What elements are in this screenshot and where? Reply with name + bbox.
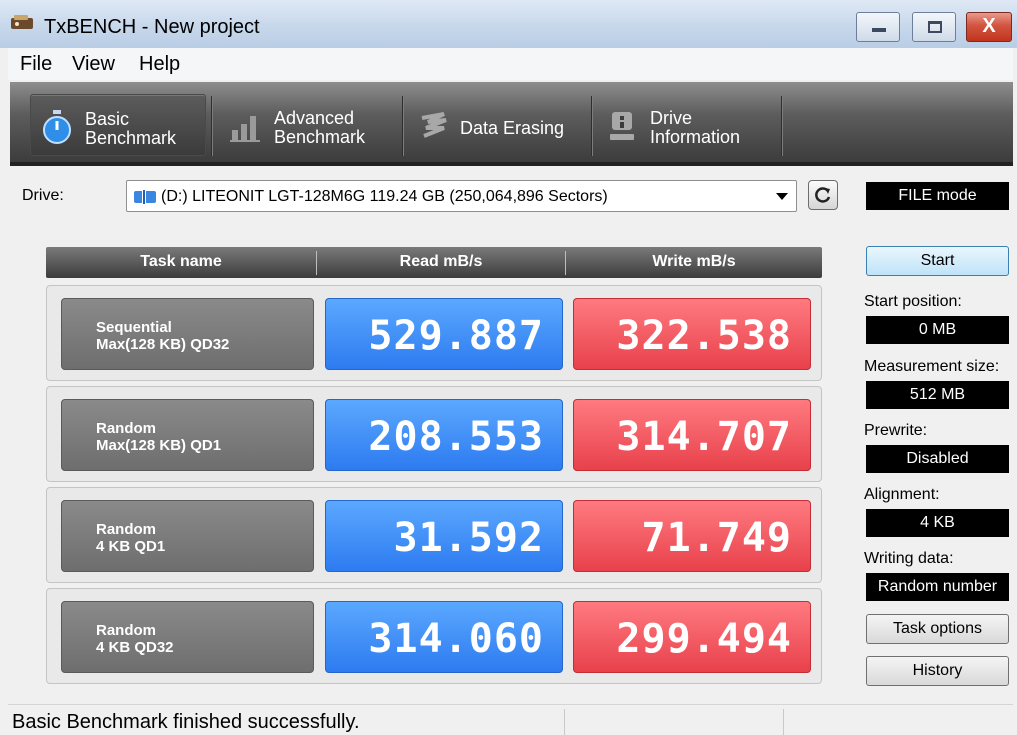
read-value: 314.060 (368, 616, 544, 662)
write-result: 71.749 (573, 500, 811, 572)
task-name-line1: Random (96, 521, 156, 538)
maximize-button[interactable] (912, 12, 956, 42)
header-write: Write mB/s (652, 253, 736, 270)
tab-drive-line2: Information (650, 127, 741, 147)
status-message: Basic Benchmark finished successfully. (12, 711, 360, 733)
task-name-line2: 4 KB QD1 (96, 538, 166, 555)
start-button[interactable]: Start (866, 246, 1009, 276)
measurement-size-field[interactable]: 512 MB (866, 381, 1009, 409)
writing-data-field[interactable]: Random number (866, 573, 1009, 601)
write-result: 299.494 (573, 601, 811, 673)
prewrite-field[interactable]: Disabled (866, 445, 1009, 473)
benchmark-row: Random 4 KB QD1 31.592 71.749 (46, 487, 822, 583)
write-value: 322.538 (616, 313, 792, 359)
refresh-icon (815, 187, 831, 203)
window-title: TxBENCH - New project (44, 16, 260, 38)
tab-advanced-line2: Benchmark (274, 127, 366, 147)
tab-basic-line1: Basic (85, 109, 130, 129)
read-result: 31.592 (325, 500, 563, 572)
title-bar[interactable]: TxBENCH - New project X (0, 0, 1017, 48)
tab-advanced-line1: Advanced (274, 108, 355, 128)
start-position-field[interactable]: 0 MB (866, 316, 1009, 344)
drive-info-icon (610, 112, 634, 140)
task-name-line1: Random (96, 622, 156, 639)
task-name-line1: Sequential (96, 319, 172, 336)
header-task-name: Task name (140, 253, 222, 270)
menu-file[interactable]: File (20, 53, 52, 76)
task-name-line2: Max(128 KB) QD32 (96, 336, 230, 353)
read-result: 314.060 (325, 601, 563, 673)
write-result: 322.538 (573, 298, 811, 370)
menu-help[interactable]: Help (139, 53, 180, 76)
table-header: Task name Read mB/s Write mB/s (46, 247, 822, 278)
drive-dropdown[interactable]: (D:) LITEONIT LGT-128M6G 119.24 GB (250,… (126, 180, 797, 212)
task-options-button[interactable]: Task options (866, 614, 1009, 644)
write-value: 299.494 (616, 616, 792, 662)
measurement-size-label: Measurement size: (864, 358, 1000, 375)
close-icon: X (982, 15, 996, 37)
tab-separator (781, 96, 783, 156)
tab-erasing-line1: Data Erasing (460, 118, 565, 138)
tab-drive-line1: Drive (650, 108, 693, 128)
header-read: Read mB/s (399, 253, 483, 270)
status-bar: Basic Benchmark finished successfully. (8, 704, 1013, 735)
history-button[interactable]: History (866, 656, 1009, 686)
main-toolbar: Basic Benchmark Advanced Benchmark Data … (10, 82, 1013, 166)
drive-icon (134, 189, 156, 205)
tab-drive-information[interactable]: Drive Information (600, 94, 780, 156)
prewrite-label: Prewrite: (864, 422, 928, 439)
tab-separator (402, 96, 404, 156)
benchmark-row: Random 4 KB QD32 314.060 299.494 (46, 588, 822, 684)
app-logo-icon (11, 15, 33, 29)
benchmark-row: Sequential Max(128 KB) QD32 529.887 322.… (46, 285, 822, 381)
task-button[interactable]: Random Max(128 KB) QD1 (61, 399, 314, 471)
write-value: 71.749 (641, 515, 792, 561)
status-separator (564, 709, 565, 735)
tab-advanced-benchmark[interactable]: Advanced Benchmark (220, 94, 400, 156)
minimize-icon (872, 28, 886, 32)
tab-separator (211, 96, 213, 156)
task-button[interactable]: Random 4 KB QD1 (61, 500, 314, 572)
drive-label: Drive: (22, 187, 64, 204)
bar-chart-icon (230, 116, 260, 142)
write-result: 314.707 (573, 399, 811, 471)
refresh-drive-button[interactable] (808, 180, 838, 210)
read-value: 529.887 (368, 313, 544, 359)
eraser-icon (421, 112, 447, 138)
close-button[interactable]: X (966, 12, 1012, 42)
drive-selected-value: (D:) LITEONIT LGT-128M6G 119.24 GB (250,… (161, 188, 608, 205)
minimize-button[interactable] (856, 12, 900, 42)
menu-bar: File View Help (8, 48, 1013, 80)
task-name-line2: 4 KB QD32 (96, 639, 174, 656)
writing-data-label: Writing data: (864, 550, 954, 567)
task-name-line2: Max(128 KB) QD1 (96, 437, 222, 454)
menu-view[interactable]: View (72, 53, 115, 76)
tab-separator (591, 96, 593, 156)
mode-indicator: FILE mode (866, 182, 1009, 210)
alignment-label: Alignment: (864, 486, 940, 503)
task-name-line1: Random (96, 420, 156, 437)
benchmark-row: Random Max(128 KB) QD1 208.553 314.707 (46, 386, 822, 482)
task-button[interactable]: Sequential Max(128 KB) QD32 (61, 298, 314, 370)
alignment-field[interactable]: 4 KB (866, 509, 1009, 537)
maximize-icon (928, 21, 942, 33)
app-window: TxBENCH - New project X File View Help B… (0, 0, 1017, 735)
stopwatch-icon (43, 110, 71, 144)
read-value: 208.553 (368, 414, 544, 460)
task-button[interactable]: Random 4 KB QD32 (61, 601, 314, 673)
dropdown-arrow-icon (776, 193, 788, 200)
read-result: 529.887 (325, 298, 563, 370)
start-position-label: Start position: (864, 293, 962, 310)
tab-data-erasing[interactable]: Data Erasing (410, 94, 590, 156)
status-separator (783, 709, 784, 735)
read-result: 208.553 (325, 399, 563, 471)
read-value: 31.592 (393, 515, 544, 561)
tab-basic-benchmark[interactable]: Basic Benchmark (30, 94, 206, 156)
tab-basic-line2: Benchmark (85, 128, 177, 148)
write-value: 314.707 (616, 414, 792, 460)
